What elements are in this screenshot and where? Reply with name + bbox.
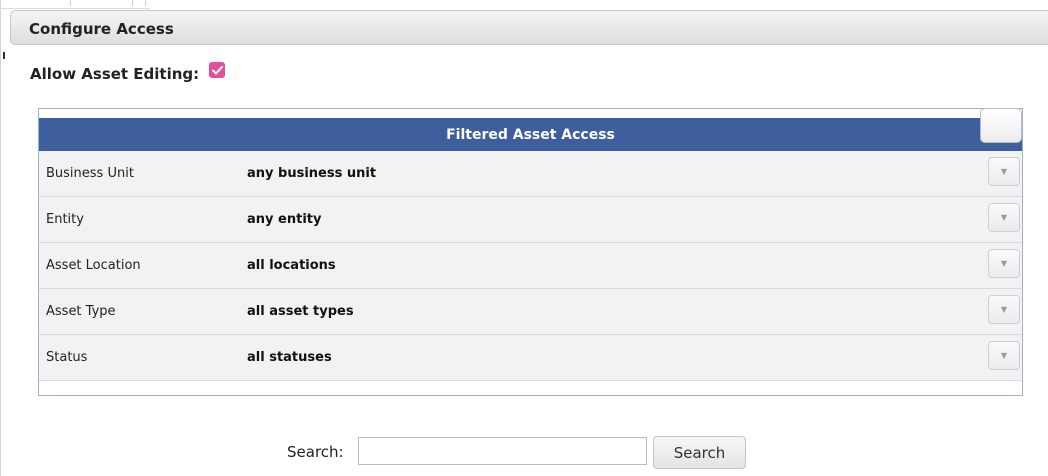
checkmark-icon [211,65,223,74]
filter-row-value: any entity [247,212,322,227]
filter-row-value: all asset types [247,304,354,319]
filter-row-value: all locations [247,258,336,273]
panel-title: Configure Access [29,20,174,38]
filtered-asset-access-title: Filtered Asset Access [446,126,615,143]
filter-row-label: Business Unit [46,166,134,181]
filter-row-asset-location: Asset Location all locations ▼ [39,243,1022,289]
filter-row-business-unit: Business Unit any business unit ▼ [39,151,1022,197]
filtered-asset-access-header: Filtered Asset Access [39,118,1022,151]
allow-editing-checkbox[interactable] [209,62,226,78]
search-input[interactable] [358,437,647,465]
panel-corner-button[interactable] [980,108,1022,143]
edge-marker [3,52,5,59]
allow-editing-row: Allow Asset Editing: [30,62,226,85]
filter-row-value: all statuses [247,350,332,365]
window-edge-divider [0,0,1,476]
filter-row-label: Asset Location [46,258,141,273]
search-button[interactable]: Search [653,436,746,469]
filtered-asset-access-panel: Filtered Asset Access Business Unit any … [38,108,1023,396]
dropdown-arrow-icon: ▼ [1000,213,1008,222]
filter-row-status: Status all statuses ▼ [39,335,1022,381]
asset-type-dropdown-button[interactable]: ▼ [988,295,1020,324]
entity-dropdown-button[interactable]: ▼ [988,203,1020,232]
asset-location-dropdown-button[interactable]: ▼ [988,249,1020,278]
status-dropdown-button[interactable]: ▼ [988,341,1020,370]
filter-row-value: any business unit [247,166,377,181]
configure-access-window: Configure Access Allow Asset Editing: Fi… [0,0,1048,476]
filter-row-label: Asset Type [46,304,116,319]
filter-row-label: Entity [46,212,84,227]
top-edge-divider [0,0,150,9]
business-unit-dropdown-button[interactable]: ▼ [988,157,1020,186]
dropdown-arrow-icon: ▼ [1000,305,1008,314]
allow-editing-label: Allow Asset Editing: [30,65,200,83]
filter-row-entity: Entity any entity ▼ [39,197,1022,243]
filter-row-label: Status [46,350,88,365]
filter-row-asset-type: Asset Type all asset types ▼ [39,289,1022,335]
panel-header: Configure Access [10,10,1048,45]
dropdown-arrow-icon: ▼ [1000,259,1008,268]
search-label: Search: [287,443,344,461]
dropdown-arrow-icon: ▼ [1000,167,1008,176]
dropdown-arrow-icon: ▼ [1000,351,1008,360]
